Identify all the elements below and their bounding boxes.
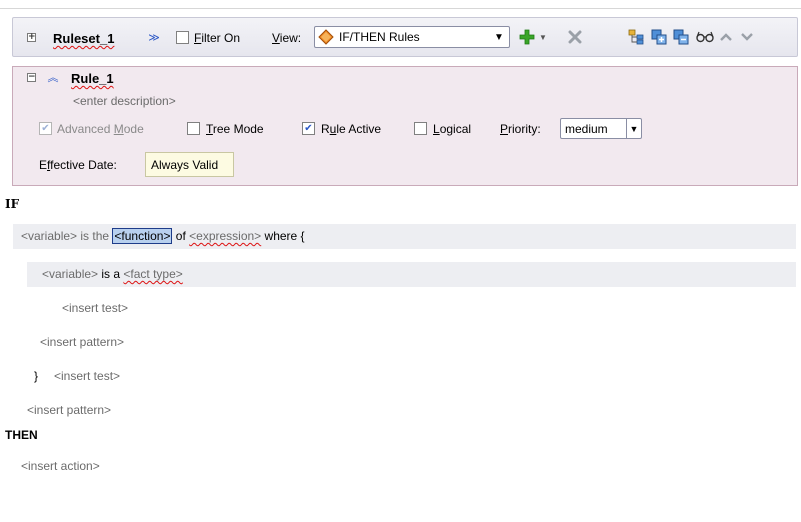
expand-all-icon[interactable] <box>649 26 669 48</box>
pattern-line-1: <variable> is the <function> of <express… <box>21 228 305 244</box>
delete-icon[interactable] <box>565 27 585 47</box>
advanced-mode-label: Advanced Mode <box>57 122 144 136</box>
rule-description-field[interactable]: <enter description> <box>73 94 176 108</box>
rule-chevron-up-icon[interactable]: ︽ <box>47 70 59 84</box>
priority-dropdown-value: medium <box>565 121 608 136</box>
collapse-rule-icon[interactable]: − <box>27 73 36 82</box>
ruleset-name[interactable]: Ruleset_1 <box>53 31 114 46</box>
close-brace: } <box>34 369 39 383</box>
ruleset-name-label: Ruleset_1 <box>53 31 115 46</box>
advanced-mode-checkbox[interactable]: ✔ <box>39 122 52 135</box>
variable-placeholder-1[interactable]: <variable> <box>21 229 77 243</box>
rules-diamond-icon <box>315 27 337 47</box>
rule-active-checkbox[interactable]: ✔ <box>302 122 315 135</box>
view-dropdown-value: IF/THEN Rules <box>339 30 420 44</box>
effective-date-value: Always Valid <box>151 157 219 172</box>
collapse-all-chevron-icon[interactable]: ≫ <box>148 30 160 44</box>
rule-name-label: Rule_1 <box>71 71 114 86</box>
filter-on-checkbox[interactable] <box>176 31 189 44</box>
effective-date-label: Effective Date: <box>39 158 117 172</box>
if-keyword: IF <box>5 197 20 211</box>
is-the-text: is the <box>77 229 113 243</box>
insert-test-inner[interactable]: <insert test> <box>62 301 128 315</box>
move-down-icon[interactable] <box>738 28 756 46</box>
tree-icon[interactable] <box>626 26 646 48</box>
logical-checkbox[interactable] <box>414 122 427 135</box>
effective-date-field[interactable]: Always Valid <box>145 152 234 177</box>
tree-mode-checkbox[interactable] <box>187 122 200 135</box>
insert-action[interactable]: <insert action> <box>21 459 100 473</box>
function-placeholder[interactable]: <function> <box>112 228 173 244</box>
is-a-text: is a <box>98 267 124 281</box>
view-dropdown[interactable]: IF/THEN Rules ▼ <box>314 26 510 48</box>
filter-on-label: Filter On <box>194 31 241 45</box>
rule-active-label: Rule Active <box>321 122 382 136</box>
rule-description-placeholder: <enter description> <box>73 94 176 108</box>
view-label: View: <box>272 31 302 45</box>
priority-label: Priority: <box>500 122 541 136</box>
fact-type-placeholder[interactable]: <fact type> <box>123 267 182 281</box>
top-divider <box>0 8 801 9</box>
logical-label: Logical <box>433 122 472 136</box>
add-dropdown-arrow-icon[interactable]: ▼ <box>538 30 548 44</box>
insert-test-outer[interactable]: <insert test> <box>54 369 120 383</box>
glasses-icon[interactable] <box>694 27 716 47</box>
insert-pattern-outer[interactable]: <insert pattern> <box>27 403 111 417</box>
move-up-icon[interactable] <box>717 28 735 46</box>
insert-pattern-inner[interactable]: <insert pattern> <box>40 335 124 349</box>
of-text: of <box>172 229 190 243</box>
pattern-line-2: <variable> is a <fact type> <box>42 267 183 281</box>
expand-ruleset-icon[interactable]: + <box>27 33 36 42</box>
dropdown-arrow-icon: ▼ <box>494 31 504 43</box>
expression-placeholder[interactable]: <expression> <box>189 229 261 243</box>
collapse-all-icon[interactable] <box>671 26 691 48</box>
where-text: where { <box>261 229 305 243</box>
variable-placeholder-2[interactable]: <variable> <box>42 267 98 281</box>
add-rule-icon[interactable] <box>517 26 537 48</box>
rule-name[interactable]: Rule_1 <box>71 71 114 86</box>
then-keyword: THEN <box>5 428 38 442</box>
priority-arrow-icon: ▼ <box>626 119 641 138</box>
filter-on-text: ilter On <box>201 31 241 45</box>
tree-mode-label: Tree Mode <box>206 122 264 136</box>
priority-dropdown[interactable]: medium ▼ <box>560 118 642 139</box>
